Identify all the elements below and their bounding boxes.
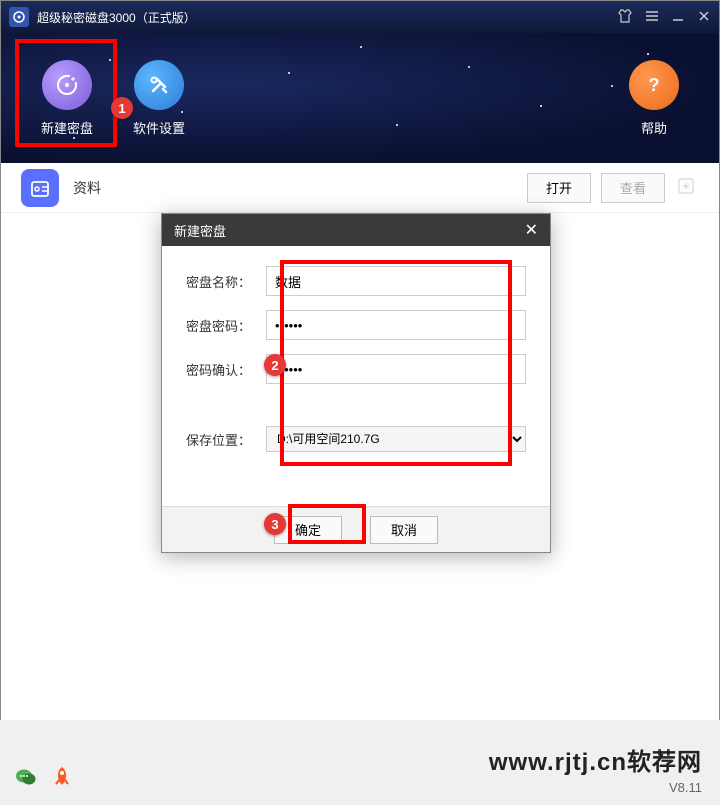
titlebar: 超级秘密磁盘3000（正式版）	[1, 1, 719, 33]
help-label: 帮助	[641, 118, 667, 137]
disk-name-input[interactable]	[266, 266, 526, 296]
new-disk-button[interactable]: 新建密盘	[41, 60, 93, 137]
content-area: 新建密盘 ✕ 密盘名称： 密盘密码： 密码确认： 保	[1, 213, 719, 720]
view-button[interactable]: 查看	[601, 173, 665, 203]
close-icon[interactable]	[697, 9, 711, 26]
dialog-titlebar: 新建密盘 ✕	[162, 214, 550, 246]
confirm-label: 密码确认：	[186, 360, 266, 379]
dialog-footer: 确定 取消	[162, 506, 550, 552]
dialog-close-icon[interactable]: ✕	[525, 220, 538, 240]
app-window: 超级秘密磁盘3000（正式版）	[0, 0, 720, 720]
cancel-button[interactable]: 取消	[370, 516, 438, 544]
password-label: 密盘密码：	[186, 316, 266, 335]
rocket-icon[interactable]	[50, 765, 74, 795]
location-select[interactable]: D:\可用空间210.7G	[266, 426, 526, 452]
watermark-text: www.rjtj.cn软荐网	[489, 742, 702, 777]
menu-icon[interactable]	[645, 9, 659, 26]
settings-label: 软件设置	[133, 118, 185, 137]
new-disk-dialog: 新建密盘 ✕ 密盘名称： 密盘密码： 密码确认： 保	[161, 213, 551, 553]
settings-button[interactable]: 软件设置	[133, 60, 185, 137]
app-title: 超级秘密磁盘3000（正式版）	[37, 9, 617, 26]
help-button[interactable]: ? 帮助	[629, 60, 679, 137]
disk-add-icon	[42, 60, 92, 110]
chat-icon[interactable]	[14, 765, 38, 795]
help-icon: ?	[629, 60, 679, 110]
annotation-badge-3: 3	[264, 513, 286, 535]
item-name: 资料	[73, 178, 517, 198]
expand-icon[interactable]	[677, 177, 699, 199]
new-disk-label: 新建密盘	[41, 118, 93, 137]
name-label: 密盘名称：	[186, 272, 266, 291]
app-icon	[9, 7, 29, 27]
annotation-badge-1: 1	[111, 97, 133, 119]
content-toolbar: 资料 打开 查看	[1, 163, 719, 213]
location-label: 保存位置：	[186, 430, 266, 449]
skin-icon[interactable]	[617, 8, 633, 27]
dialog-title: 新建密盘	[174, 221, 525, 240]
svg-text:?: ?	[649, 75, 660, 95]
folder-lock-icon	[21, 169, 59, 207]
password-input[interactable]	[266, 310, 526, 340]
footer-icons	[14, 765, 74, 795]
version-text: V8.11	[669, 780, 702, 795]
confirm-password-input[interactable]	[266, 354, 526, 384]
header-toolbar: 新建密盘 软件设置 ? 帮助	[1, 33, 719, 163]
annotation-badge-2: 2	[264, 354, 286, 376]
minimize-icon[interactable]	[671, 9, 685, 26]
tools-icon	[134, 60, 184, 110]
open-button[interactable]: 打开	[527, 173, 591, 203]
